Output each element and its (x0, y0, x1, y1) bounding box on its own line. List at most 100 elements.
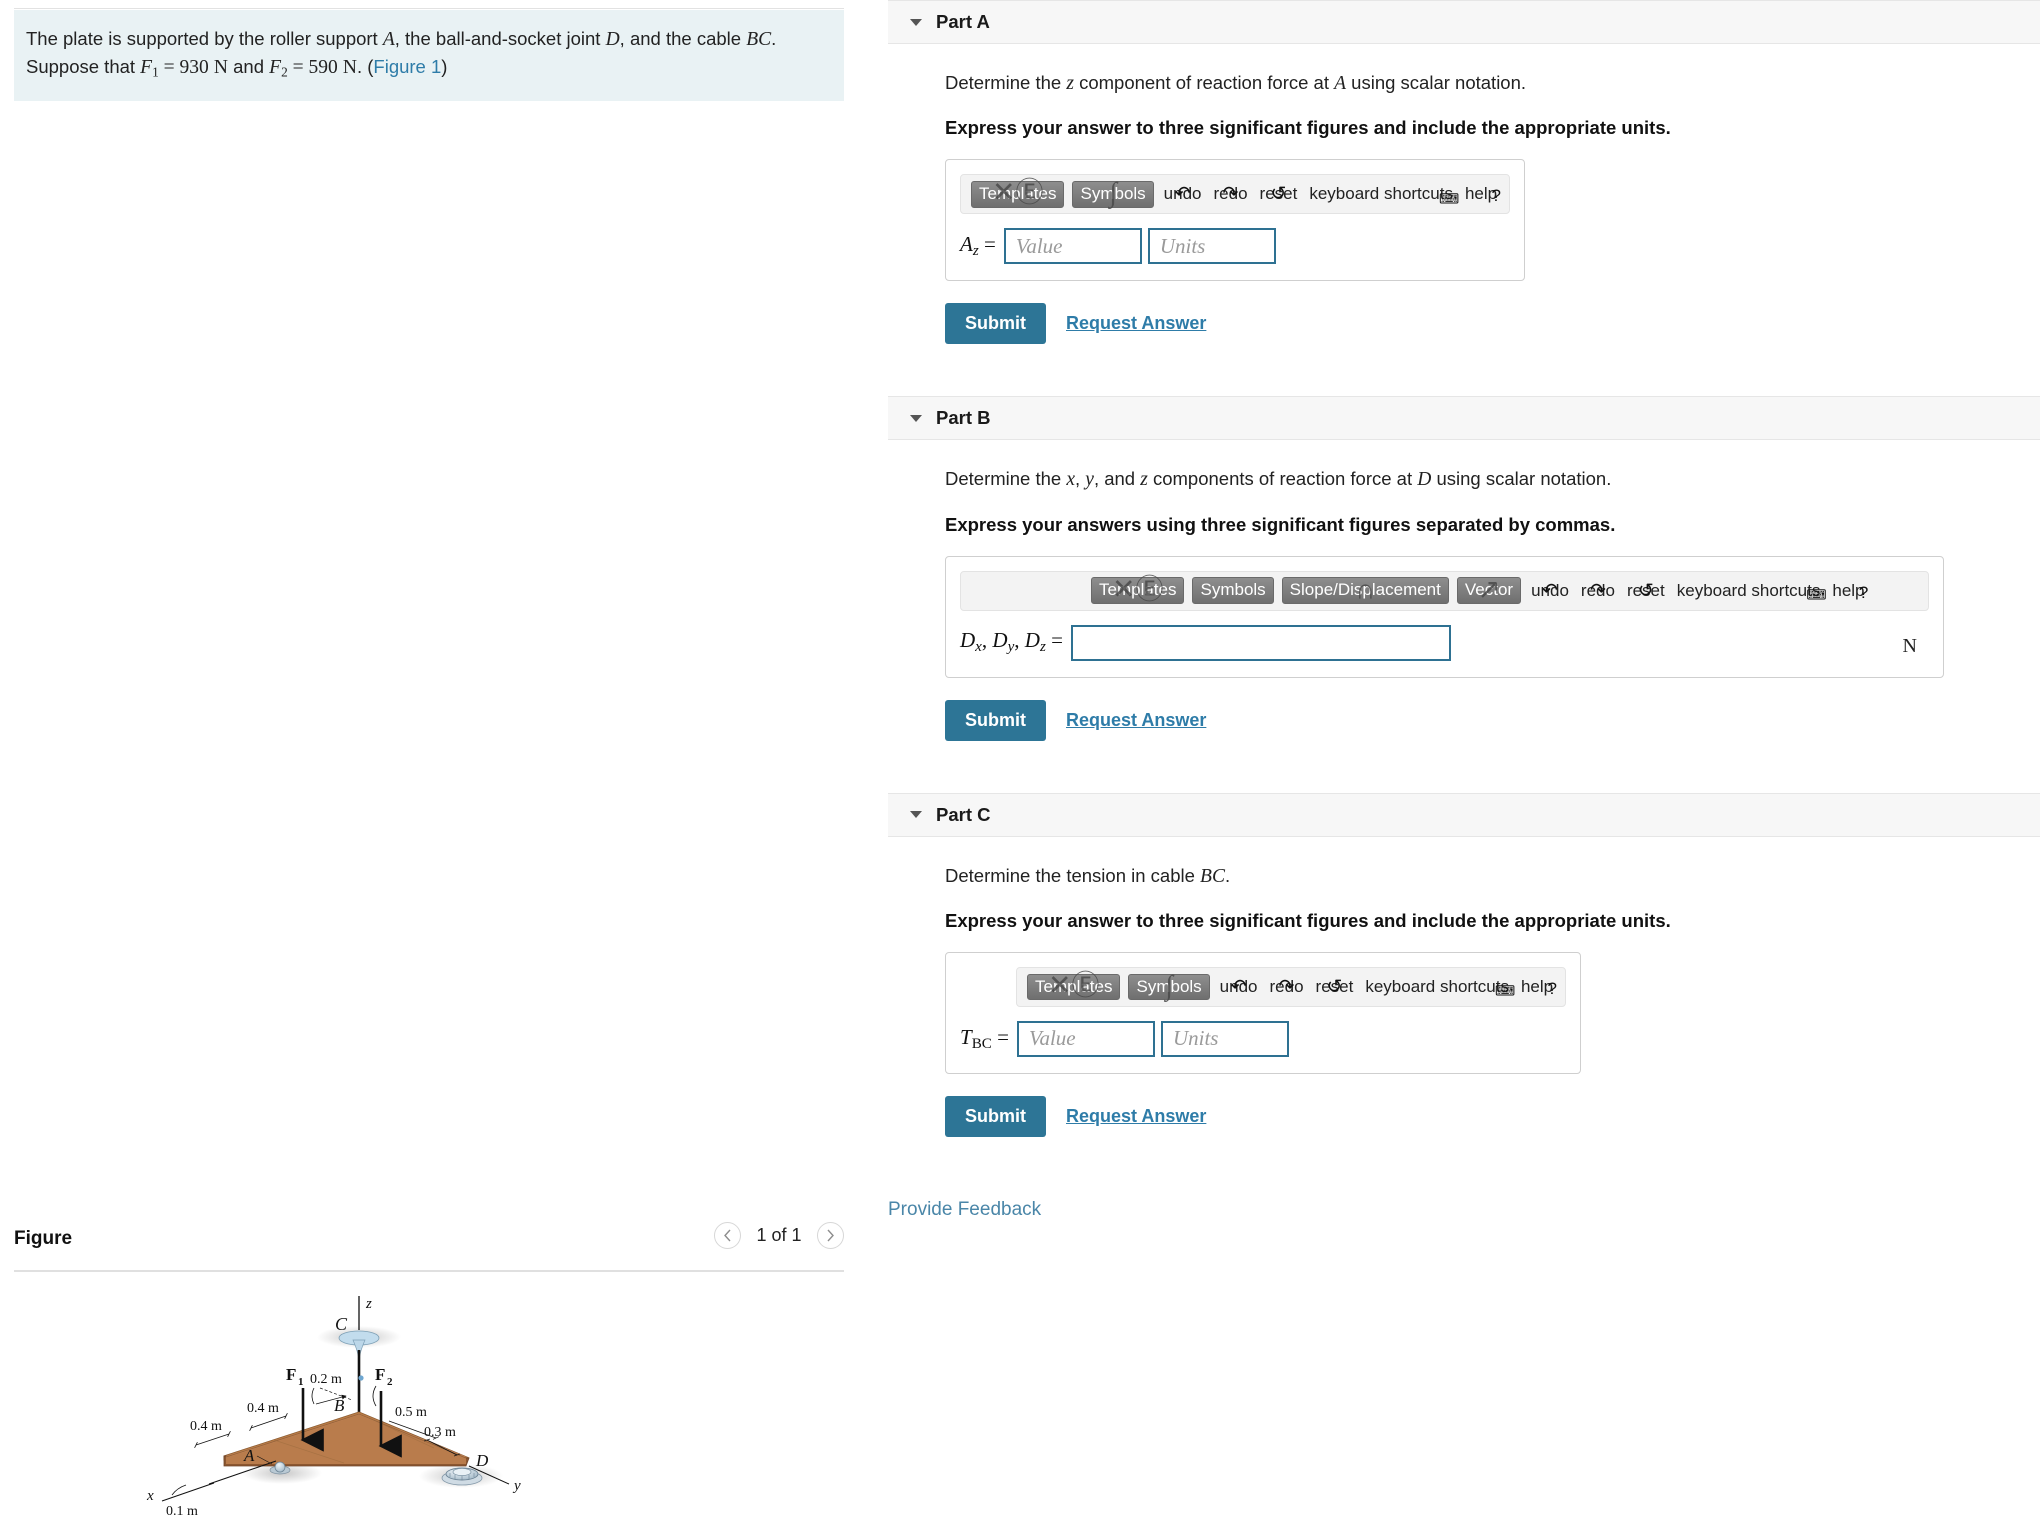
part-a-instruction: Express your answer to three significant… (945, 117, 1671, 139)
templates-label: Templates (1099, 580, 1177, 600)
part-c-submit-button[interactable]: Submit (945, 1095, 1046, 1137)
help-button[interactable]: ? help (1463, 184, 1501, 205)
statement-text-part1: The plate is supported by the roller sup… (26, 28, 383, 49)
keyboard-shortcuts-label: keyboard shortcuts (1365, 976, 1509, 996)
symbols-button[interactable]: ∫ Symbols (1128, 971, 1210, 1001)
conjunction: and (227, 56, 270, 78)
right-panel: Part A Determine the z component of reac… (858, 0, 2040, 1528)
qa-point-A: A (1334, 73, 1347, 94)
keyboard-shortcuts-button[interactable]: ⌨ keyboard shortcuts (1363, 976, 1515, 999)
redo-button[interactable]: ↷ redo (1579, 580, 1617, 601)
part-b-equals: = (1051, 628, 1063, 653)
statement-text-part4: Suppose that (26, 56, 141, 78)
part-a-units-input[interactable]: Units (1147, 228, 1276, 265)
help-button[interactable]: ? help (1519, 977, 1557, 998)
vector-button[interactable]: ↗ Vector (1456, 574, 1522, 605)
symbols-label: Symbols (1200, 580, 1266, 600)
part-b-var-sub2: y (1007, 639, 1015, 656)
part-a-toolbar: ✕Ⓔ Templates ∫ Symbols ↶ undo ↷ redo ↺ r… (960, 174, 1511, 215)
top-divider (14, 8, 844, 9)
templates-button[interactable]: ✕Ⓔ Templates (971, 178, 1065, 209)
provide-feedback-link[interactable]: Provide Feedback (888, 1199, 1041, 1221)
part-a-answer-box: ✕Ⓔ Templates ∫ Symbols ↶ undo ↷ redo ↺ r… (945, 159, 1526, 282)
svg-text:D: D (475, 1451, 489, 1470)
part-c-buttons: Submit Request Answer (945, 1095, 2040, 1137)
part-a-value-input[interactable]: Value (1003, 228, 1142, 265)
figure-1-link[interactable]: Figure 1 (373, 56, 441, 77)
part-c-var-main: T (960, 1024, 972, 1049)
part-c-header[interactable]: Part C (888, 792, 2040, 837)
part-c-units-input[interactable]: Units (1160, 1020, 1289, 1057)
figure-image[interactable]: z C x y 0.1 m A D B 0.4 m 0.4 m 0.2 m F … (14, 1288, 844, 1528)
symbols-button[interactable]: Symbols (1192, 577, 1274, 604)
svg-text:0.3 m: 0.3 m (424, 1425, 456, 1440)
part-a-title: Part A (936, 11, 990, 32)
part-b-request-answer-link[interactable]: Request Answer (1066, 710, 1206, 731)
svg-text:z: z (365, 1296, 372, 1312)
reset-label: reset (1315, 976, 1354, 996)
part-a-question: Determine the z component of reaction fo… (945, 70, 2040, 97)
chevron-left-icon (724, 1229, 731, 1242)
reset-button[interactable]: ↺ reset (1314, 976, 1356, 997)
part-c-value-input[interactable]: Value (1016, 1020, 1155, 1057)
qc-point-BC: BC (1200, 865, 1225, 887)
reset-button[interactable]: ↺ reset (1258, 184, 1300, 205)
qc-text2: . (1224, 864, 1231, 886)
keyboard-shortcuts-label: keyboard shortcuts (1309, 184, 1453, 204)
collapse-caret-icon[interactable] (910, 18, 922, 26)
templates-button[interactable]: ✕Ⓔ Templates (1027, 971, 1121, 1001)
svg-text:F: F (375, 1365, 385, 1384)
figure-next-button[interactable] (817, 1222, 844, 1249)
redo-button[interactable]: ↷ redo (1212, 184, 1250, 205)
undo-button[interactable]: ↶ undo (1529, 580, 1571, 601)
undo-button[interactable]: ↶ undo (1218, 976, 1260, 997)
help-label: help (1832, 580, 1865, 600)
part-a-variable-label: Az = (960, 232, 996, 260)
part-b-body: Determine the x, y, and z components of … (858, 466, 2040, 741)
figure-prev-button[interactable] (714, 1222, 741, 1249)
chevron-right-icon (827, 1229, 834, 1242)
part-c-question: Determine the tension in cable BC. (945, 863, 2040, 890)
slope-displacement-button[interactable]: ∩ Slope/Displacement (1281, 574, 1449, 605)
part-b-unit-suffix: N (1902, 634, 1917, 657)
symbol-A: A (382, 29, 395, 50)
part-c-body: Determine the tension in cable BC. Expre… (858, 863, 2040, 1137)
spacer-a-b (858, 354, 2040, 396)
reset-button[interactable]: ↺ reset (1625, 580, 1667, 601)
part-a-header[interactable]: Part A (888, 0, 2040, 44)
collapse-caret-icon[interactable] (910, 811, 922, 819)
templates-label: Templates (1035, 976, 1113, 996)
part-b-var-sub: x (975, 639, 982, 656)
part-b-header[interactable]: Part B (888, 396, 2040, 441)
keyboard-shortcuts-button[interactable]: ⌨ keyboard shortcuts (1675, 581, 1827, 603)
statement-tail: . ( (356, 56, 374, 78)
symbol-F2-sub: 2 (281, 64, 288, 80)
redo-label: redo (1269, 976, 1304, 996)
symbols-label: Symbols (1136, 976, 1202, 996)
f1-unit: N (213, 57, 228, 79)
svg-text:0.1 m: 0.1 m (166, 1504, 198, 1519)
collapse-caret-icon[interactable] (910, 414, 922, 422)
undo-label: undo (1163, 184, 1202, 204)
help-label: help (1464, 184, 1498, 204)
part-c-request-answer-link[interactable]: Request Answer (1066, 1106, 1206, 1127)
part-a-submit-button[interactable]: Submit (945, 303, 1046, 345)
svg-text:x: x (146, 1488, 154, 1504)
part-b-submit-button[interactable]: Submit (945, 699, 1046, 741)
keyboard-shortcuts-button[interactable]: ⌨ keyboard shortcuts (1307, 184, 1459, 206)
undo-button[interactable]: ↶ undo (1162, 184, 1204, 205)
part-a-value-placeholder: Value (1015, 233, 1063, 258)
templates-button[interactable]: ✕Ⓔ Templates (1091, 574, 1185, 605)
slope-displacement-label: Slope/Displacement (1289, 580, 1441, 600)
redo-button[interactable]: ↷ redo (1268, 976, 1306, 997)
part-c-equals: = (997, 1024, 1009, 1049)
part-b-value-input[interactable] (1070, 624, 1451, 661)
part-a-request-answer-link[interactable]: Request Answer (1066, 313, 1206, 334)
symbols-button[interactable]: ∫ Symbols (1072, 178, 1154, 209)
part-b-title: Part B (936, 407, 991, 429)
redo-label: redo (1213, 184, 1248, 204)
f1-value: = 930 (158, 57, 209, 79)
statement-close-paren: ) (441, 56, 448, 78)
help-button[interactable]: ? help (1830, 580, 1868, 602)
qb-var-x: x (1066, 469, 1075, 491)
